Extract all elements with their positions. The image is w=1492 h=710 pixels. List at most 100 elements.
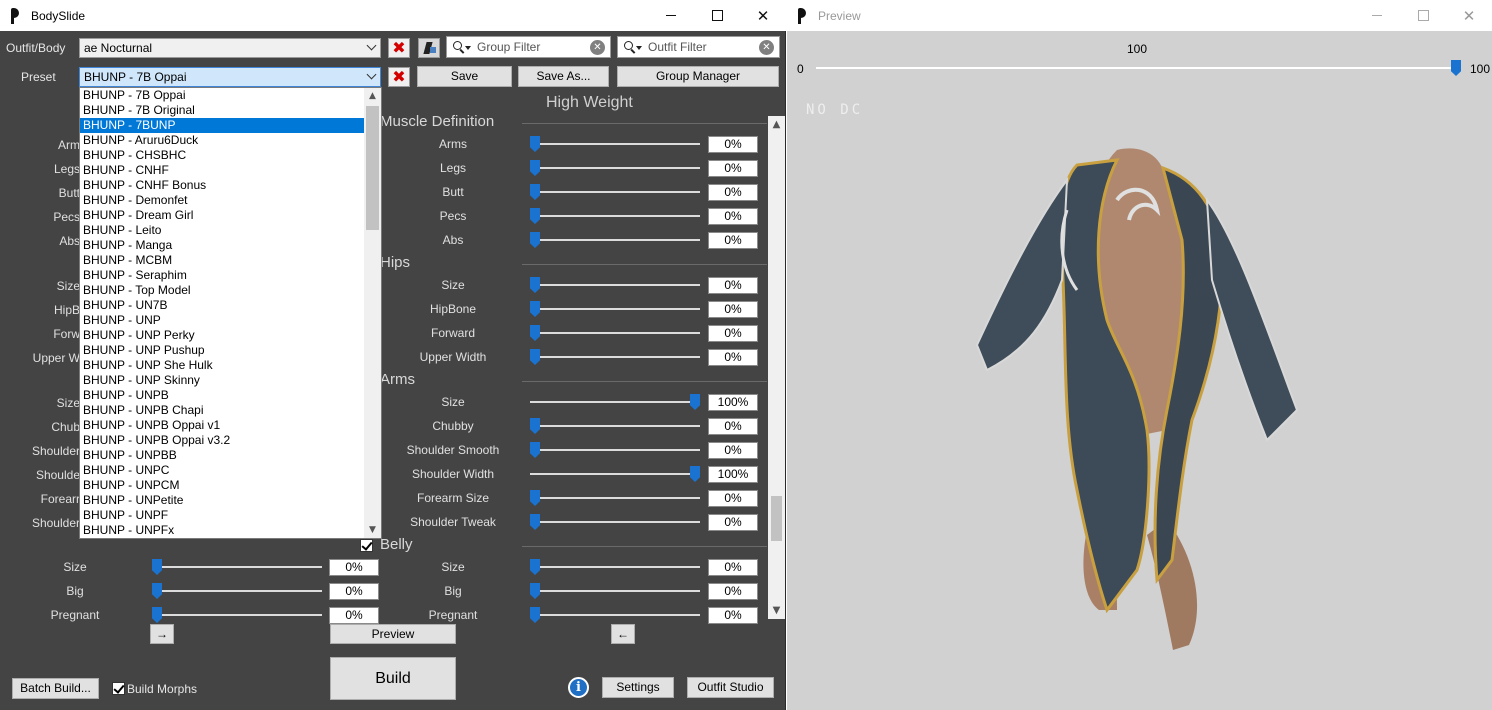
slider-value-field[interactable]: 0%: [329, 607, 379, 624]
clear-outfit-filter-icon[interactable]: ✕: [759, 40, 774, 55]
slider-value-field[interactable]: 0%: [708, 184, 758, 201]
weight-slider[interactable]: [530, 325, 700, 341]
scroll-down-icon[interactable]: ▼: [364, 522, 381, 538]
info-icon[interactable]: i: [568, 677, 589, 698]
slider-value-field[interactable]: 100%: [708, 394, 758, 411]
preset-dropdown-item[interactable]: BHUNP - UNPB Oppai v1: [80, 418, 364, 433]
slider-value-field[interactable]: 0%: [708, 514, 758, 531]
copy-left-arrow-button[interactable]: ←: [611, 624, 635, 644]
slider-value-field[interactable]: 0%: [329, 583, 379, 600]
slider-thumb[interactable]: [530, 232, 540, 248]
preset-dropdown-item[interactable]: BHUNP - MCBM: [80, 253, 364, 268]
preset-dropdown-list[interactable]: BHUNP - 7B Oppai BHUNP - 7B Original BHUNP…: [79, 87, 382, 539]
slider-value-field[interactable]: 0%: [708, 301, 758, 318]
slider-value-field[interactable]: 0%: [708, 136, 758, 153]
preset-dropdown-item[interactable]: BHUNP - 7BUNP: [80, 118, 364, 133]
slider-thumb[interactable]: [690, 394, 700, 410]
save-button[interactable]: Save: [417, 66, 512, 87]
save-as-button[interactable]: Save As...: [518, 66, 609, 87]
weight-slider[interactable]: [152, 607, 322, 623]
slider-value-field[interactable]: 0%: [708, 418, 758, 435]
weight-slider[interactable]: [530, 136, 700, 152]
preset-dropdown-item[interactable]: BHUNP - UNP She Hulk: [80, 358, 364, 373]
slider-thumb[interactable]: [152, 583, 162, 599]
preset-dropdown-item[interactable]: BHUNP - 7B Original: [80, 103, 364, 118]
slider-value-field[interactable]: 0%: [708, 490, 758, 507]
slider-value-field[interactable]: 0%: [708, 559, 758, 576]
slider-thumb[interactable]: [530, 442, 540, 458]
weight-slider[interactable]: [530, 232, 700, 248]
batch-build-button[interactable]: Batch Build...: [12, 678, 99, 699]
minimize-button[interactable]: [648, 0, 694, 31]
preset-dropdown-scrollbar[interactable]: ▲ ▼: [364, 88, 381, 538]
slider-thumb[interactable]: [530, 160, 540, 176]
preset-dropdown-item[interactable]: BHUNP - UNP Perky: [80, 328, 364, 343]
group-manager-button[interactable]: Group Manager: [617, 66, 779, 87]
scroll-up-icon[interactable]: ▲: [364, 88, 381, 104]
slider-thumb[interactable]: [530, 559, 540, 575]
weight-slider[interactable]: [530, 559, 700, 575]
slider-thumb[interactable]: [530, 325, 540, 341]
preview-button[interactable]: Preview: [330, 624, 456, 644]
slider-thumb[interactable]: [530, 583, 540, 599]
weight-slider[interactable]: [530, 418, 700, 434]
slider-value-field[interactable]: 0%: [708, 583, 758, 600]
weight-slider[interactable]: [530, 184, 700, 200]
preset-dropdown-item[interactable]: BHUNP - UNPB: [80, 388, 364, 403]
slider-value-field[interactable]: 0%: [708, 325, 758, 342]
preset-dropdown-item[interactable]: BHUNP - UNPBB: [80, 448, 364, 463]
preset-dropdown-item[interactable]: BHUNP - UN7B: [80, 298, 364, 313]
slider-value-field[interactable]: 0%: [708, 607, 758, 624]
preset-dropdown-item[interactable]: BHUNP - UNPetite: [80, 493, 364, 508]
close-button[interactable]: ✕: [740, 0, 786, 31]
preset-dropdown-item[interactable]: BHUNP - CNHF: [80, 163, 364, 178]
weight-slider[interactable]: [152, 559, 322, 575]
preset-dropdown-item[interactable]: BHUNP - CNHF Bonus: [80, 178, 364, 193]
slider-thumb[interactable]: [1451, 60, 1461, 76]
slider-thumb[interactable]: [530, 136, 540, 152]
preset-dropdown-item[interactable]: BHUNP - UNPF: [80, 508, 364, 523]
slider-thumb[interactable]: [690, 466, 700, 482]
weight-slider[interactable]: [530, 160, 700, 176]
preset-dropdown-item[interactable]: BHUNP - UNP Skinny: [80, 373, 364, 388]
outfit-studio-button[interactable]: Outfit Studio: [687, 677, 774, 698]
preset-dropdown-item[interactable]: BHUNP - Demonfet: [80, 193, 364, 208]
weight-slider[interactable]: [530, 514, 700, 530]
slider-thumb[interactable]: [530, 514, 540, 530]
slider-thumb[interactable]: [152, 607, 162, 623]
belly-checkbox[interactable]: [360, 539, 373, 552]
slider-value-field[interactable]: 0%: [708, 160, 758, 177]
copy-right-arrow-button[interactable]: →: [150, 624, 174, 644]
slider-value-field[interactable]: 0%: [708, 349, 758, 366]
preset-dropdown-item[interactable]: BHUNP - Top Model: [80, 283, 364, 298]
slider-thumb[interactable]: [530, 349, 540, 365]
clear-group-filter-icon[interactable]: ✕: [590, 40, 605, 55]
slider-thumb[interactable]: [530, 184, 540, 200]
preset-dropdown-item[interactable]: BHUNP - UNP Pushup: [80, 343, 364, 358]
preset-dropdown-item[interactable]: BHUNP - UNPCM: [80, 478, 364, 493]
outfit-3d-preview[interactable]: [967, 140, 1327, 660]
slider-value-field[interactable]: 0%: [329, 559, 379, 576]
slider-thumb[interactable]: [530, 208, 540, 224]
weight-slider[interactable]: [530, 583, 700, 599]
weight-slider[interactable]: [530, 442, 700, 458]
preset-dropdown-item[interactable]: BHUNP - Leito: [80, 223, 364, 238]
sliders-scrollbar[interactable]: ▲ ▼: [768, 116, 785, 619]
preset-dropdown-item[interactable]: BHUNP - UNP: [80, 313, 364, 328]
outfit-filter-input[interactable]: Outfit Filter ✕: [617, 36, 780, 58]
clear-outfit-button[interactable]: ✖: [388, 38, 410, 58]
minimize-button[interactable]: [1354, 0, 1400, 31]
preset-dropdown-item[interactable]: BHUNP - UNPC: [80, 463, 364, 478]
build-button[interactable]: Build: [330, 657, 456, 700]
group-filter-input[interactable]: Group Filter ✕: [446, 36, 611, 58]
scrollbar-thumb[interactable]: [771, 496, 782, 541]
build-morphs-checkbox[interactable]: [112, 682, 125, 695]
weight-slider[interactable]: [530, 490, 700, 506]
slider-thumb[interactable]: [530, 607, 540, 623]
slider-value-field[interactable]: 0%: [708, 208, 758, 225]
weight-slider[interactable]: [530, 301, 700, 317]
close-button[interactable]: ✕: [1446, 0, 1492, 31]
preset-dropdown-item[interactable]: BHUNP - Seraphim: [80, 268, 364, 283]
preset-dropdown-item[interactable]: BHUNP - Aruru6Duck: [80, 133, 364, 148]
slider-thumb[interactable]: [530, 277, 540, 293]
